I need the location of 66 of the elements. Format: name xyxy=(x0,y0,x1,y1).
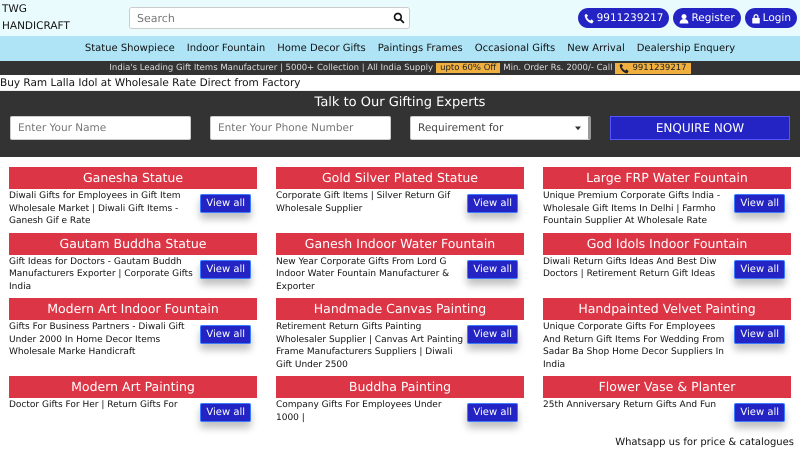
nav-link[interactable]: Home Decor Gifts xyxy=(277,43,366,54)
phone-button[interactable]: 9911239217 xyxy=(578,8,670,28)
view-all-button[interactable]: View all xyxy=(467,260,518,278)
login-button[interactable]: Login xyxy=(744,8,797,28)
requirement-dropdown[interactable]: Requirement for xyxy=(410,116,591,140)
category-description: 25th Anniversary Return Gifts And Fun xyxy=(543,399,718,412)
category-title[interactable]: Flower Vase & Planter xyxy=(543,376,791,398)
view-all-button[interactable]: View all xyxy=(734,194,785,213)
category-description: Diwali Return Gifts Ideas And Best Diw Doctors | Retirement Return Gift Ideas xyxy=(543,256,718,280)
promo-text: India's Leading Gift Items Manufacturer | 5000+ Collection | All India Supply xyxy=(109,63,434,73)
phone-icon xyxy=(619,62,630,74)
nav-link[interactable]: Statue Showpiece xyxy=(84,43,175,54)
category-description: Unique Corporate Gifts For Employees And Return Gift Items For Wedding From Sadar Ba Shop Home Decor Suppliers In India xyxy=(543,321,726,371)
enquire-button[interactable]: ENQUIRE NOW xyxy=(610,116,790,140)
phone-badge[interactable]: 9911239217 xyxy=(615,62,691,74)
category-title[interactable]: Gold Silver Plated Statue xyxy=(276,167,524,189)
category-description: Gifts For Business Partners - Diwali Gift Under 2000 In Home Decor Items Wholesale Marke Handicraft xyxy=(9,321,186,358)
view-all-button[interactable]: View all xyxy=(734,260,785,278)
section-title: Talk to Our Gifting Experts xyxy=(314,94,486,112)
view-all-button[interactable]: View all xyxy=(200,260,251,278)
news-ticker-text[interactable]: Buy Ram Lalla Idol at Wholesale Rate Direct from Factory xyxy=(0,76,300,88)
category-description: Gift Ideas for Doctors - Gautam Buddh Manufacturers Exporter | Corporate Gifts India xyxy=(9,256,194,293)
offer-badge: upto 60% Off xyxy=(436,63,500,73)
category-description: Retirement Return Gifts Painting Wholesaler Supplier | Canvas Art Painting Frame Manufacturers Suppliers | Diwali Gift Under 2500 xyxy=(276,321,464,371)
lock-icon xyxy=(750,12,761,24)
phone-icon xyxy=(584,12,595,24)
nav-link[interactable]: Indoor Fountain xyxy=(186,43,266,54)
view-all-button[interactable]: View all xyxy=(734,325,785,344)
view-all-button[interactable]: View all xyxy=(200,325,251,344)
register-button[interactable]: Register xyxy=(673,8,741,28)
nav-link[interactable]: Occasional Gifts xyxy=(474,43,556,54)
view-all-button[interactable]: View all xyxy=(200,403,251,422)
category-description: Unique Premium Corporate Gifts India - Wholesale Gift Items In Delhi | Farmho Fountain Supplier At Wholesale Rate xyxy=(543,190,722,228)
category-description: New Year Corporate Gifts From Lord G Indoor Water Fountain Manufacturer & Exporter xyxy=(276,256,450,293)
caret-icon xyxy=(575,125,581,131)
category-title[interactable]: Gautam Buddha Statue xyxy=(9,232,257,254)
category-title[interactable]: Ganesh Indoor Water Fountain xyxy=(276,232,524,254)
category-description: Diwali Gifts for Employees in Gift Item Wholesale Market | Diwali Gift Items - Ganesh Gif e Rate xyxy=(9,190,182,228)
whatsapp-text[interactable]: Whatsapp us for price & catalogues xyxy=(615,437,794,448)
category-description: Corporate Gift Items | Silver Return Gif Wholesale Supplier xyxy=(276,190,452,215)
view-all-button[interactable]: View all xyxy=(467,403,518,422)
view-all-button[interactable]: View all xyxy=(467,194,518,213)
category-title[interactable]: Modern Art Indoor Fountain xyxy=(9,298,257,320)
category-title[interactable]: Large FRP Water Fountain xyxy=(543,167,791,189)
phone-field[interactable]: Enter Your Phone Number xyxy=(210,116,391,140)
nav-link[interactable]: Paintings Frames xyxy=(378,43,463,54)
view-all-button[interactable]: View all xyxy=(200,194,251,213)
view-all-button[interactable]: View all xyxy=(467,325,518,344)
user-icon xyxy=(679,12,690,24)
category-description: Company Gifts For Employees Under 1000 | xyxy=(276,399,443,424)
name-field[interactable]: Enter Your Name xyxy=(10,116,191,140)
site-logo[interactable]: TWG HANDICRAFT xyxy=(2,1,92,35)
nav-link[interactable]: Dealership Enquery xyxy=(636,43,736,54)
view-all-button[interactable]: View all xyxy=(734,403,785,422)
category-description: Doctor Gifts For Her | Return Gifts For xyxy=(9,399,179,412)
search-icon[interactable] xyxy=(393,12,405,24)
category-title[interactable]: God Idols Indoor Fountain xyxy=(543,232,791,254)
category-title[interactable]: Handpainted Velvet Painting xyxy=(543,298,791,320)
promo-text: Min. Order Rs. 2000/- Call xyxy=(503,63,612,73)
nav-link[interactable]: New Arrival xyxy=(567,43,625,54)
category-title[interactable]: Handmade Canvas Painting xyxy=(276,298,524,320)
search-field[interactable]: Search xyxy=(129,7,410,29)
category-title[interactable]: Buddha Painting xyxy=(276,376,524,398)
category-title[interactable]: Ganesha Statue xyxy=(9,167,257,189)
search-input[interactable]: Search xyxy=(135,10,393,26)
category-title[interactable]: Modern Art Painting xyxy=(9,376,257,398)
